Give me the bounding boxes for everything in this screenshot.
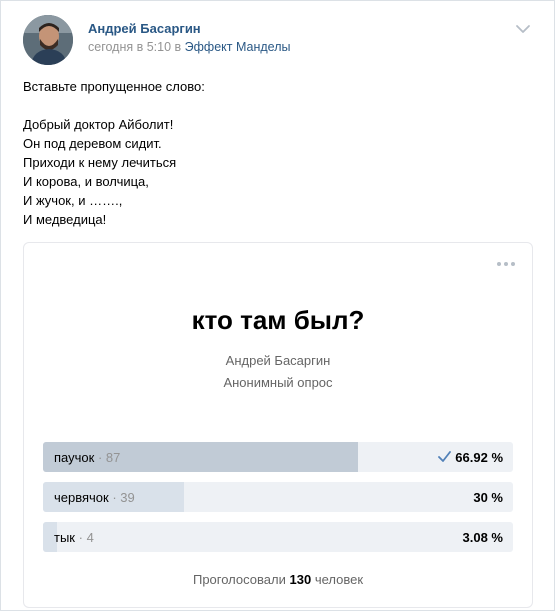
poll-answer-count: · 87 <box>97 450 121 465</box>
avatar-image <box>23 15 73 65</box>
post-meta: сегодня в 5:10 в Эффект Манделы <box>88 40 291 54</box>
post-time[interactable]: сегодня в 5:10 в <box>88 40 181 54</box>
post-text-line: И корова, и волчица, <box>23 174 149 189</box>
chevron-down-icon[interactable] <box>515 23 531 35</box>
poll-answer-percent: 30 % <box>473 490 503 505</box>
poll-answer-text: паучок <box>54 450 95 465</box>
poll-total-suffix: человек <box>314 572 364 587</box>
poll-total-count: 130 <box>289 572 312 587</box>
poll-type: Анонимный опрос <box>223 375 333 390</box>
poll-answer-count: · 39 <box>112 490 135 505</box>
poll-question: кто там был? <box>191 305 365 335</box>
poll-answer-label: тык · 4 <box>54 530 94 545</box>
poll-author[interactable]: Андрей Басаргин <box>24 353 532 368</box>
post-text-line <box>23 96 205 115</box>
poll-total: Проголосовали 130 человек <box>24 572 532 587</box>
author-avatar[interactable] <box>23 15 73 65</box>
poll-answer[interactable]: червячок · 39 30 % <box>43 482 513 512</box>
post-text-line: Вставьте пропущенное слово: <box>23 79 205 94</box>
poll-total-prefix: Проголосовали <box>192 572 286 587</box>
post-text-line: И жучок, и ……., <box>23 193 123 208</box>
poll-answer-percent: 3.08 % <box>462 530 503 545</box>
post-group-link[interactable]: Эффект Манделы <box>185 40 291 54</box>
post-text-line: Добрый доктор Айболит! <box>23 117 174 132</box>
poll-answer-count: · 4 <box>78 530 94 545</box>
post-text-line: Приходи к нему лечиться <box>23 155 177 170</box>
wall-post: Андрей Басаргин сегодня в 5:10 в Эффект … <box>0 0 555 611</box>
poll-answer-text: тык <box>54 530 75 545</box>
poll-card: кто там был? Андрей Басаргин Анонимный о… <box>23 242 533 608</box>
post-author-name[interactable]: Андрей Басаргин <box>88 21 201 36</box>
poll-answer-label: паучок · 87 <box>54 450 120 465</box>
check-icon <box>438 451 451 462</box>
poll-answer-text: червячок <box>54 490 109 505</box>
post-text-line: И медведица! <box>23 212 107 227</box>
poll-answer[interactable]: тык · 4 3.08 % <box>43 522 513 552</box>
poll-answer-percent: 66.92 % <box>455 450 503 465</box>
post-text-line: Он под деревом сидит. <box>23 136 162 151</box>
poll-answer-label: червячок · 39 <box>54 490 135 505</box>
poll-answer[interactable]: паучок · 87 66.92 % <box>43 442 513 472</box>
post-text: Вставьте пропущенное слово: Добрый докто… <box>23 77 205 229</box>
more-horizontal-icon[interactable] <box>496 261 516 267</box>
